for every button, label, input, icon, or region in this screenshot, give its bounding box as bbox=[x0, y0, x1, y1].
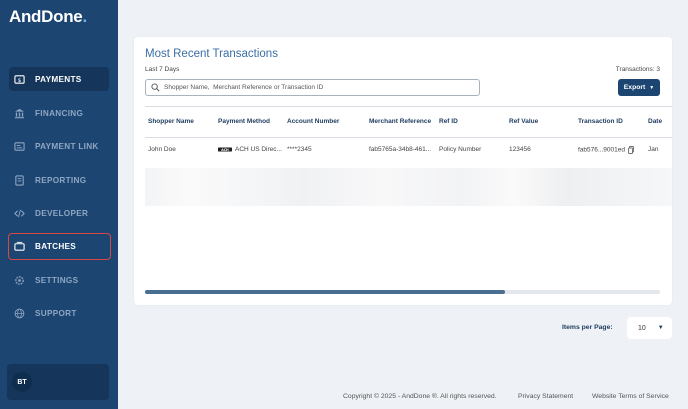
search-input[interactable] bbox=[164, 84, 464, 91]
column-header-ref-value[interactable]: Ref Value bbox=[509, 118, 538, 125]
date-range-label: Last 7 Days bbox=[145, 66, 180, 73]
export-button[interactable]: Export ▼ bbox=[618, 79, 660, 96]
copy-icon[interactable] bbox=[628, 146, 634, 154]
sidebar-item-label: DEVELOPER bbox=[35, 208, 89, 218]
sidebar-item-batches[interactable]: BATCHES bbox=[8, 233, 111, 260]
caret-down-icon: ▼ bbox=[657, 325, 664, 331]
payments-icon: $ bbox=[13, 73, 25, 85]
user-profile[interactable]: BT bbox=[7, 364, 109, 400]
cell-shopper-name: John Doe bbox=[148, 146, 176, 153]
column-header-date[interactable]: Date bbox=[648, 118, 662, 125]
avatar[interactable]: BT bbox=[12, 372, 32, 392]
svg-text:ACH: ACH bbox=[221, 148, 229, 152]
items-per-page-value: 10 bbox=[638, 324, 646, 332]
cell-merchant-reference: fab5765a-34b8-461... bbox=[369, 146, 432, 153]
transactions-card: Most Recent Transactions Last 7 Days Tra… bbox=[134, 37, 672, 305]
sidebar-item-label: REPORTING bbox=[35, 175, 87, 185]
cell-account-number: ****2345 bbox=[287, 146, 312, 153]
link-card-icon bbox=[13, 140, 25, 152]
column-header-shopper-name[interactable]: Shopper Name bbox=[148, 118, 194, 125]
batch-icon bbox=[13, 241, 25, 253]
placeholder-row bbox=[145, 168, 672, 206]
sidebar: AndDone. $ PAYMENTS FINANCING PAYMENT LI… bbox=[0, 0, 118, 409]
items-per-page-label: Items per Page: bbox=[562, 324, 613, 331]
cell-ref-value: 123456 bbox=[509, 146, 531, 153]
svg-text:$: $ bbox=[17, 77, 21, 83]
gear-icon bbox=[13, 274, 25, 286]
sidebar-item-support[interactable]: SUPPORT bbox=[9, 301, 109, 325]
ach-bank-icon: ACH bbox=[218, 147, 232, 152]
divider bbox=[145, 137, 672, 138]
report-icon bbox=[13, 174, 25, 186]
search-icon bbox=[151, 83, 160, 92]
cell-ref-id: Policy Number bbox=[439, 146, 482, 153]
column-header-ref-id[interactable]: Ref ID bbox=[439, 118, 458, 125]
column-header-merchant-reference[interactable]: Merchant Reference bbox=[369, 118, 431, 125]
cell-payment-method: ACH ACH US Direc... bbox=[218, 146, 282, 153]
sidebar-item-label: SETTINGS bbox=[35, 275, 79, 285]
column-header-payment-method[interactable]: Payment Method bbox=[218, 118, 270, 125]
sidebar-item-developer[interactable]: DEVELOPER bbox=[9, 201, 109, 225]
code-icon bbox=[13, 207, 25, 219]
page-title: Most Recent Transactions bbox=[145, 48, 278, 60]
globe-icon bbox=[13, 307, 25, 319]
sidebar-item-label: SUPPORT bbox=[35, 308, 77, 318]
divider bbox=[145, 106, 672, 107]
footer-privacy-link[interactable]: Privacy Statement bbox=[518, 393, 573, 400]
footer-terms-link[interactable]: Website Terms of Service bbox=[592, 393, 669, 400]
sidebar-item-label: PAYMENT LINK bbox=[35, 141, 99, 151]
column-header-transaction-id[interactable]: Transaction ID bbox=[578, 118, 623, 125]
bank-icon bbox=[13, 107, 25, 119]
sidebar-item-label: BATCHES bbox=[35, 242, 77, 251]
sidebar-item-payment-link[interactable]: PAYMENT LINK bbox=[9, 134, 109, 158]
cell-transaction-id: fab576...9001ed bbox=[578, 146, 634, 154]
horizontal-scrollbar[interactable] bbox=[145, 290, 660, 294]
items-per-page-select[interactable]: 10 ▼ bbox=[627, 317, 672, 339]
scrollbar-thumb[interactable] bbox=[145, 290, 505, 294]
sidebar-item-label: PAYMENTS bbox=[35, 74, 82, 84]
brand-logo[interactable]: AndDone. bbox=[9, 7, 87, 27]
sidebar-item-settings[interactable]: SETTINGS bbox=[9, 268, 109, 292]
cell-date: Jan bbox=[648, 146, 659, 153]
search-box[interactable] bbox=[145, 79, 480, 96]
sidebar-item-financing[interactable]: FINANCING bbox=[9, 101, 109, 125]
column-header-account-number[interactable]: Account Number bbox=[287, 118, 339, 125]
sidebar-item-reporting[interactable]: REPORTING bbox=[9, 168, 109, 192]
sidebar-item-payments[interactable]: $ PAYMENTS bbox=[9, 67, 109, 91]
footer-copyright: Copyright © 2025 - AndDone ®. All rights… bbox=[343, 393, 497, 400]
caret-down-icon: ▼ bbox=[649, 84, 655, 91]
sidebar-item-label: FINANCING bbox=[35, 108, 84, 118]
transactions-count: Transactions: 3 bbox=[615, 66, 660, 73]
